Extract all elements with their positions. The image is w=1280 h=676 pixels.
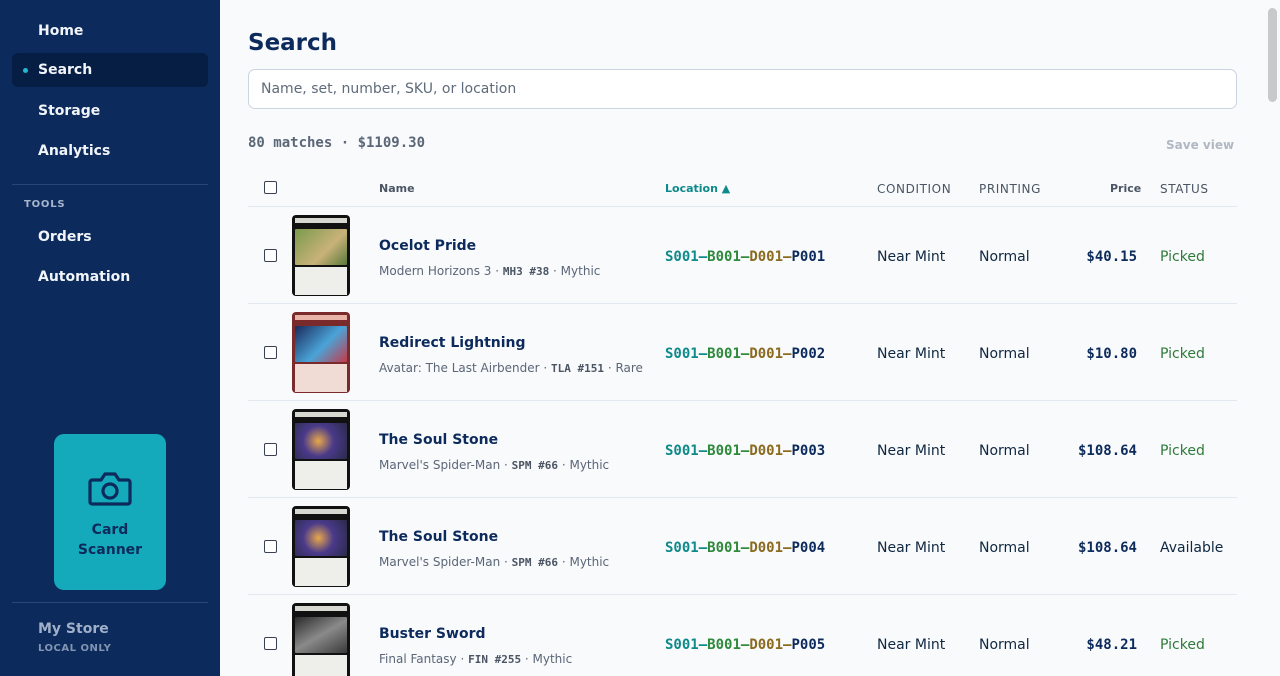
nav-item-home[interactable]: Home <box>12 14 208 48</box>
row-checkbox[interactable] <box>264 443 277 456</box>
card-thumbnail[interactable] <box>292 215 350 296</box>
printing-value: Normal <box>979 637 1030 653</box>
condition-value: Near Mint <box>877 540 946 556</box>
condition-value: Near Mint <box>877 443 946 459</box>
printing-value: Normal <box>979 249 1030 265</box>
table-row[interactable]: Ocelot Pride Modern Horizons 3 · MH3 #38… <box>248 207 1237 304</box>
card-thumbnail[interactable] <box>292 409 350 490</box>
row-checkbox[interactable] <box>264 249 277 262</box>
table-row[interactable]: Buster Sword Final Fantasy · FIN #255 · … <box>248 595 1237 676</box>
save-view-button[interactable]: Save view <box>1166 138 1234 152</box>
card-meta: Marvel's Spider-Man · SPM #66 · Mythic <box>379 555 610 569</box>
card-meta: Modern Horizons 3 · MH3 #38 · Mythic <box>379 264 601 278</box>
nav-item-label: Home <box>38 23 84 39</box>
column-header-condition[interactable]: CONDITION <box>877 182 951 196</box>
nav-item-label: Search <box>38 62 93 78</box>
nav-item-analytics[interactable]: Analytics <box>12 134 208 168</box>
store-name[interactable]: My Store <box>38 621 109 637</box>
column-header-name[interactable]: Name <box>379 182 415 195</box>
card-name[interactable]: The Soul Stone <box>379 529 498 545</box>
page-title: Search <box>248 30 338 56</box>
sidebar: Home Search Storage Analytics TOOLS Orde… <box>0 0 220 676</box>
printing-value: Normal <box>979 443 1030 459</box>
status-badge: Picked <box>1160 637 1205 653</box>
location-code[interactable]: S001–B001–D001–P005 <box>665 637 825 653</box>
location-code[interactable]: S001–B001–D001–P001 <box>665 249 825 265</box>
scrollbar-thumb[interactable] <box>1268 8 1277 102</box>
select-all-checkbox[interactable] <box>264 181 277 194</box>
row-checkbox[interactable] <box>264 540 277 553</box>
nav-item-label: Analytics <box>38 143 111 159</box>
price-value: $10.80 <box>1086 346 1137 362</box>
sidebar-divider <box>12 184 208 185</box>
camera-icon <box>88 472 132 506</box>
location-code[interactable]: S001–B001–D001–P003 <box>665 443 825 459</box>
location-code[interactable]: S001–B001–D001–P004 <box>665 540 825 556</box>
scanner-label-line-2: Scanner <box>77 542 143 558</box>
card-meta: Marvel's Spider-Man · SPM #66 · Mythic <box>379 458 610 472</box>
condition-value: Near Mint <box>877 637 946 653</box>
nav-item-automation[interactable]: Automation <box>12 260 208 294</box>
status-badge: Picked <box>1160 443 1205 459</box>
price-value: $108.64 <box>1077 540 1137 556</box>
nav-item-storage[interactable]: Storage <box>12 94 208 128</box>
card-scanner-button[interactable]: Card Scanner <box>54 434 166 590</box>
table-row[interactable]: The Soul Stone Marvel's Spider-Man · SPM… <box>248 498 1237 595</box>
card-thumbnail[interactable] <box>292 603 350 676</box>
card-thumbnail[interactable] <box>292 312 350 393</box>
scanner-label: Card Scanner <box>75 520 145 560</box>
column-header-printing[interactable]: PRINTING <box>979 182 1041 196</box>
search-input[interactable] <box>248 69 1237 109</box>
card-name[interactable]: Redirect Lightning <box>379 335 526 351</box>
column-header-price[interactable]: Price <box>1110 182 1141 195</box>
status-badge: Available <box>1160 540 1224 556</box>
sidebar-section-label: TOOLS <box>24 199 66 210</box>
condition-value: Near Mint <box>877 346 946 362</box>
card-thumbnail[interactable] <box>292 506 350 587</box>
price-value: $40.15 <box>1086 249 1137 265</box>
active-indicator-icon <box>23 68 28 73</box>
printing-value: Normal <box>979 346 1030 362</box>
column-header-location[interactable]: Location ▲ <box>665 182 730 195</box>
card-name[interactable]: The Soul Stone <box>379 432 498 448</box>
store-mode: LOCAL ONLY <box>38 643 112 654</box>
status-badge: Picked <box>1160 249 1205 265</box>
row-checkbox[interactable] <box>264 346 277 359</box>
card-meta: Avatar: The Last Airbender · TLA #151 · … <box>379 361 643 375</box>
nav-item-orders[interactable]: Orders <box>12 220 208 254</box>
row-checkbox[interactable] <box>264 637 277 650</box>
nav-item-label: Automation <box>38 269 131 285</box>
scanner-label-line-1: Card <box>91 522 129 538</box>
sidebar-divider <box>12 602 208 603</box>
price-value: $108.64 <box>1077 443 1137 459</box>
table-row[interactable]: The Soul Stone Marvel's Spider-Man · SPM… <box>248 401 1237 498</box>
status-badge: Picked <box>1160 346 1205 362</box>
card-name[interactable]: Buster Sword <box>379 626 486 642</box>
nav-item-label: Storage <box>38 103 101 119</box>
price-value: $48.21 <box>1086 637 1137 653</box>
location-code[interactable]: S001–B001–D001–P002 <box>665 346 825 362</box>
printing-value: Normal <box>979 540 1030 556</box>
nav-item-search[interactable]: Search <box>12 53 208 87</box>
card-meta: Final Fantasy · FIN #255 · Mythic <box>379 652 573 666</box>
condition-value: Near Mint <box>877 249 946 265</box>
results-summary: 80 matches · $1109.30 <box>248 135 426 151</box>
nav-item-label: Orders <box>38 229 92 245</box>
card-name[interactable]: Ocelot Pride <box>379 238 476 254</box>
table-row[interactable]: Redirect Lightning Avatar: The Last Airb… <box>248 304 1237 401</box>
column-header-status[interactable]: STATUS <box>1160 182 1209 196</box>
